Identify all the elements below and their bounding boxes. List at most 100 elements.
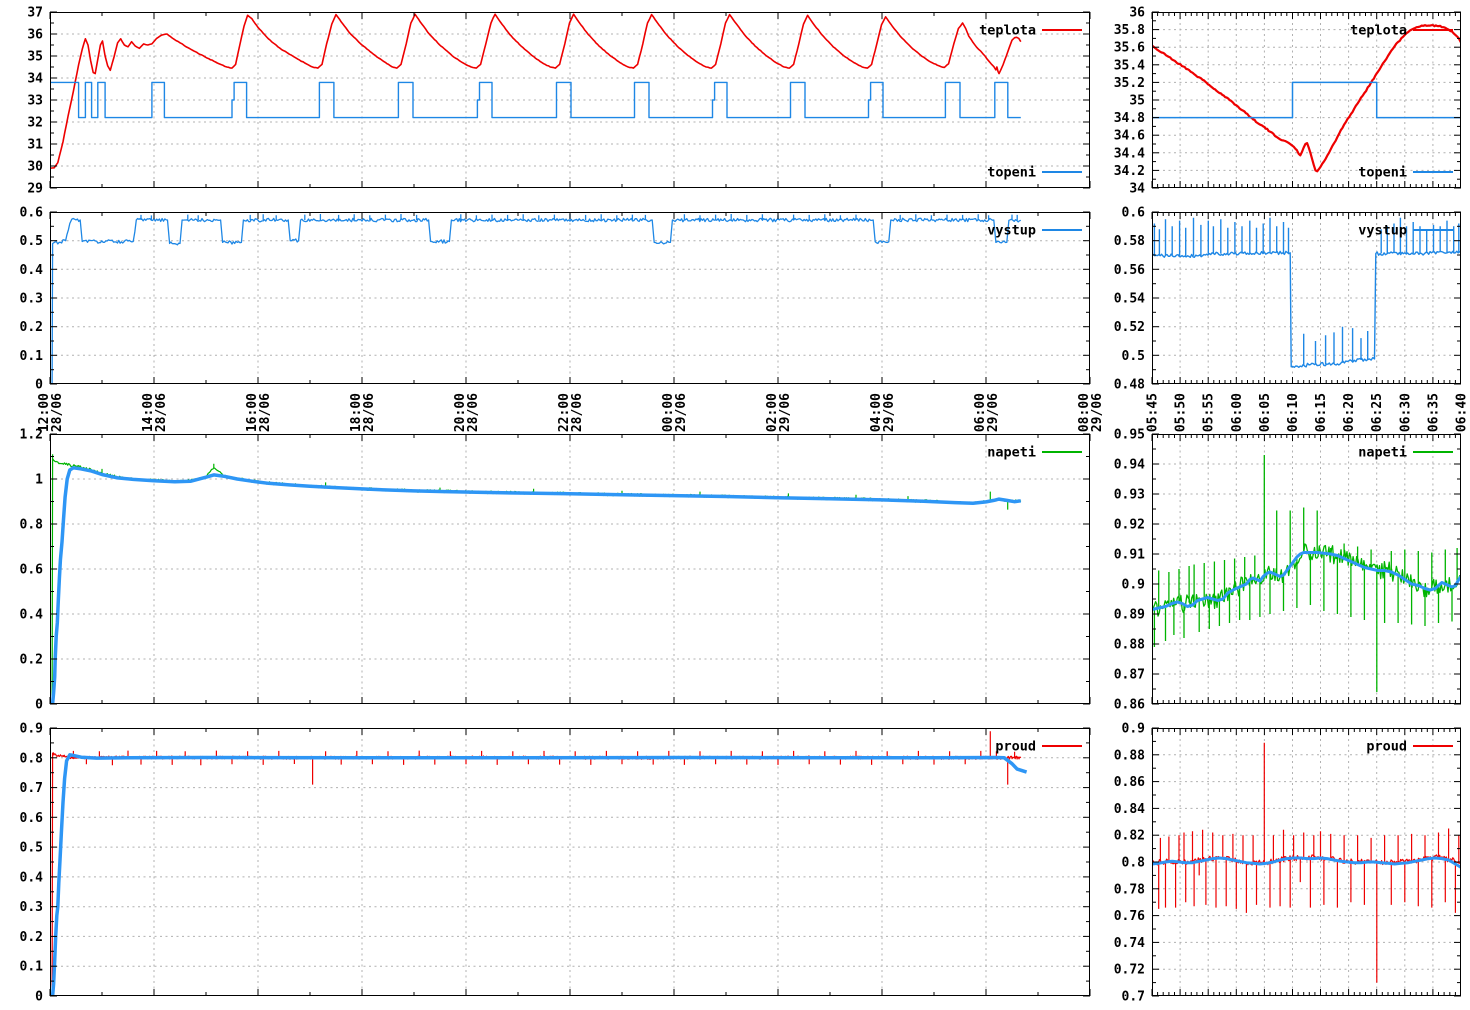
y-tick-label: 30 [27,160,43,175]
y-tick-label: 0.78 [1114,882,1145,897]
y-tick-label: 0.7 [20,781,43,796]
series-group-teplota-topeni-overview [50,14,1021,168]
x-tick-label-time: 06:05 [1258,393,1273,432]
y-tick-label: 0.86 [1114,775,1145,790]
y-tick-label: 33 [27,94,43,109]
y-tick-label: 32 [27,116,43,131]
y-tick-label: 0.4 [20,608,44,623]
y-tick-label: 36 [27,28,43,43]
x-tick-label-time: 06:00 [1230,393,1245,432]
series-napeti-smoothed-line [53,468,1021,704]
legend-label-vystup: vystup [987,223,1036,239]
y-tick-label: 0.8 [20,518,44,533]
y-tick-label: 34 [27,72,43,87]
panel-teplota-topeni-detail: 3434.234.434.634.83535.235.435.635.836te… [1114,6,1461,197]
y-tick-label: 0.5 [20,234,43,249]
y-tick-label: 0.5 [1122,349,1145,364]
legend-label-napeti: napeti [1358,445,1407,461]
legend-label-teplota: teplota [979,23,1036,39]
x-tick-label-date: 28/06 [154,393,169,432]
x-tick-label-time: 06:15 [1314,393,1329,432]
y-tick-labels-napeti-overview: 00.20.40.60.811.2 [20,428,44,713]
y-tick-label: 1 [35,473,43,488]
x-tick-label-time: 06:35 [1426,393,1441,432]
y-tick-label: 0.4 [20,263,44,278]
y-tick-label: 0.82 [1114,829,1145,844]
y-tick-label: 0.3 [20,900,43,915]
y-tick-label: 34.6 [1114,129,1145,144]
x-tick-label-date: 28/06 [362,393,377,432]
y-tick-label: 0.76 [1114,909,1145,924]
y-tick-labels-vystup-overview: 00.10.20.30.40.50.6 [20,206,44,393]
x-tick-label-time: 06:25 [1370,393,1385,432]
panel-vystup-overview: 00.10.20.30.40.50.612:0028/0614:0028/061… [20,206,1105,433]
x-tick-label-time: 05:55 [1202,393,1217,432]
y-tick-label: 0.86 [1114,698,1145,713]
x-tick-labels-vystup-detail: 05:4505:5005:5506:0006:0506:1006:1506:20… [1146,393,1470,432]
y-tick-label: 0.72 [1114,963,1145,978]
x-tick-label-date: 29/06 [778,393,793,432]
grid-teplota-topeni-detail [1152,12,1461,188]
y-tick-label: 0.1 [20,349,44,364]
series-group-proud-overview [52,731,1027,996]
y-tick-label: 29 [27,182,43,197]
y-tick-labels-vystup-detail: 0.480.50.520.540.560.580.6 [1114,206,1145,393]
panel-proud-detail: 0.70.720.740.760.780.80.820.840.860.880.… [1114,722,1461,1005]
y-tick-label: 0.54 [1114,292,1145,307]
x-tick-label-date: 29/06 [1090,393,1105,432]
y-tick-label: 0.94 [1114,458,1145,473]
series-group-napeti-detail [1152,455,1461,692]
x-tick-label-date: 28/06 [466,393,481,432]
y-tick-label: 0.74 [1114,936,1145,951]
y-tick-label: 0.7 [1122,990,1145,1005]
y-tick-label: 35 [1129,94,1145,109]
panel-teplota-topeni-overview: 293031323334353637teplotatopeni [27,6,1090,197]
x-tick-label-date: 29/06 [882,393,897,432]
legend-label-teplota: teplota [1350,23,1407,39]
y-tick-label: 0.8 [1122,856,1146,871]
x-tick-label-time: 06:10 [1286,393,1301,432]
y-tick-labels-teplota-topeni-detail: 3434.234.434.634.83535.235.435.635.836 [1114,6,1145,197]
charts-canvas: 293031323334353637teplotatopeni3434.234.… [0,0,1470,1010]
legend-teplota-topeni-detail: teplota topeni [1350,23,1453,181]
y-tick-label: 0 [35,378,43,393]
legend-napeti-overview: napeti [987,445,1082,461]
legend-label-topeni: topeni [1358,165,1407,181]
y-tick-labels-napeti-detail: 0.860.870.880.890.90.910.920.930.940.95 [1114,428,1145,713]
legend-label-topeni: topeni [987,165,1036,181]
y-tick-label: 35.6 [1114,41,1145,56]
y-tick-label: 0 [35,990,43,1005]
axes-napeti-detail [1152,434,1461,704]
series-group-vystup-detail [1152,218,1461,368]
y-tick-label: 0.48 [1114,378,1145,393]
y-tick-label: 34.4 [1114,146,1145,161]
y-tick-label: 35.8 [1114,23,1145,38]
y-tick-labels-proud-detail: 0.70.720.740.760.780.80.820.840.860.880.… [1114,722,1145,1005]
series-group-proud-detail [1152,743,1461,983]
y-tick-label: 0.1 [20,960,44,975]
y-tick-label: 0.6 [20,563,44,578]
y-tick-label: 0.88 [1114,638,1145,653]
y-tick-label: 0.5 [20,841,43,856]
y-tick-label: 31 [27,138,43,153]
y-tick-label: 0.56 [1114,263,1145,278]
legend-proud-detail: proud [1366,739,1453,755]
y-tick-label: 1.2 [20,428,43,443]
y-tick-label: 0.89 [1114,608,1145,623]
legend-napeti-detail: napeti [1358,445,1453,461]
x-tick-label-date: 28/06 [50,393,65,432]
x-tick-label-date: 28/06 [570,393,585,432]
legend-proud-overview: proud [995,739,1082,755]
y-tick-label: 0.9 [1122,578,1145,593]
y-tick-label: 34.8 [1114,111,1145,126]
x-tick-label-time: 05:45 [1146,393,1161,432]
y-tick-label: 0.2 [20,930,43,945]
y-tick-label: 35.2 [1114,76,1145,91]
y-tick-label: 0.6 [20,206,44,221]
series-proud-smoothed-line [53,755,1027,996]
grid-vystup-detail [1152,212,1461,384]
x-tick-label-time: 06:20 [1342,393,1357,432]
y-tick-label: 0.9 [20,722,43,737]
panel-napeti-detail: 0.860.870.880.890.90.910.920.930.940.95n… [1114,428,1461,713]
y-tick-label: 0.6 [1122,206,1146,221]
